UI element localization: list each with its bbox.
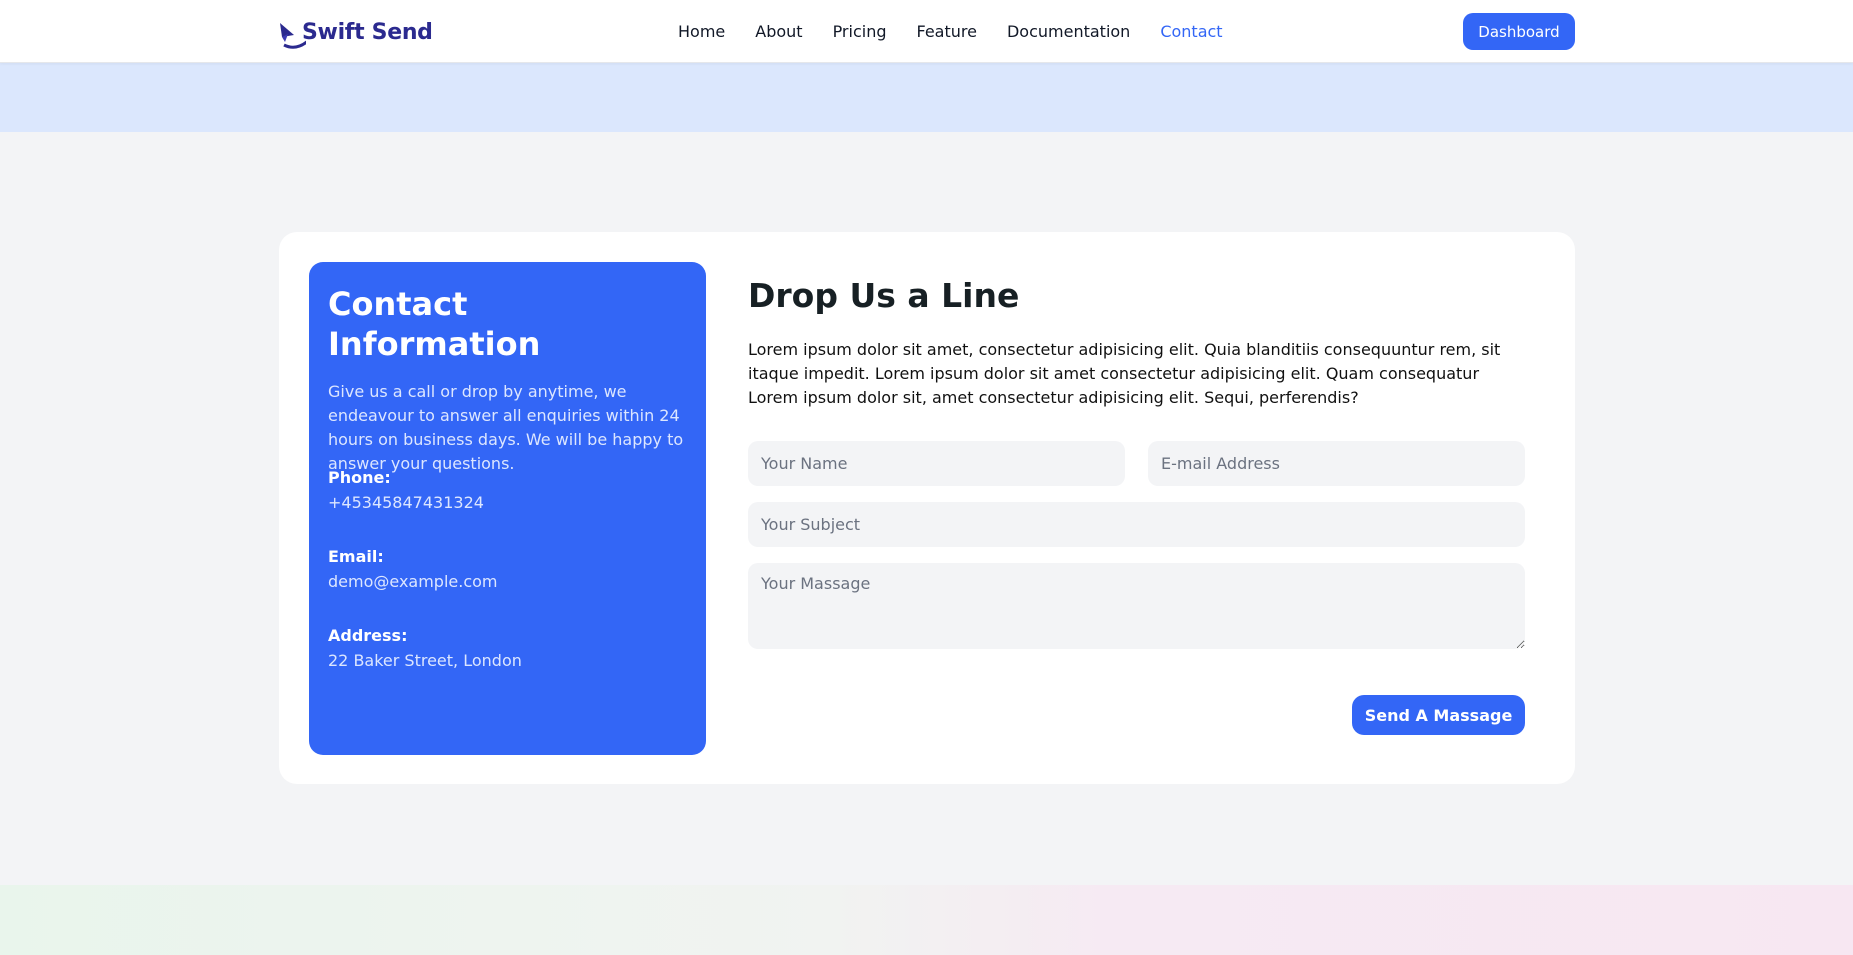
contact-info-description: Give us a call or drop by anytime, we en… [328, 382, 684, 473]
nav-pricing[interactable]: Pricing [833, 20, 887, 43]
contact-info-panel: Contact Information Give us a call or dr… [309, 262, 706, 755]
phone-block: Phone: +45345847431324 [328, 466, 484, 516]
email-input[interactable] [1148, 441, 1525, 486]
email-value[interactable]: demo@example.com [328, 569, 498, 595]
contact-card: Contact Information Give us a call or dr… [279, 232, 1575, 784]
nav-feature[interactable]: Feature [917, 20, 977, 43]
email-label: Email: [328, 547, 384, 566]
address-block: Address: 22 Baker Street, London [328, 624, 522, 674]
nav-contact[interactable]: Contact [1160, 20, 1222, 43]
phone-label: Phone: [328, 468, 391, 487]
contact-info-title: Contact Information [328, 285, 541, 363]
address-label: Address: [328, 626, 408, 645]
dashboard-button[interactable]: Dashboard [1463, 13, 1575, 50]
nav-home[interactable]: Home [678, 20, 725, 43]
address-value: 22 Baker Street, London [328, 651, 522, 670]
nav-documentation[interactable]: Documentation [1007, 20, 1130, 43]
email-block: Email: demo@example.com [328, 545, 498, 595]
logo-text: Swift Send [302, 19, 433, 45]
nav-about[interactable]: About [755, 20, 802, 43]
subject-input[interactable] [748, 502, 1525, 547]
form-title: Drop Us a Line [748, 276, 1020, 315]
site-header: Swift Send Home About Pricing Feature Do… [0, 0, 1853, 63]
phone-value[interactable]: +45345847431324 [328, 490, 484, 516]
send-message-button[interactable]: Send A Massage [1352, 695, 1525, 735]
hero-band [0, 63, 1853, 132]
logo[interactable]: Swift Send [278, 13, 433, 51]
message-textarea[interactable] [748, 563, 1525, 649]
form-description: Lorem ipsum dolor sit amet, consectetur … [748, 340, 1501, 407]
contact-form-intro: Drop Us a Line Lorem ipsum dolor sit ame… [748, 276, 1525, 410]
main-nav: Home About Pricing Feature Documentation… [678, 20, 1223, 43]
footer-gradient-band [0, 885, 1853, 955]
name-input[interactable] [748, 441, 1125, 486]
